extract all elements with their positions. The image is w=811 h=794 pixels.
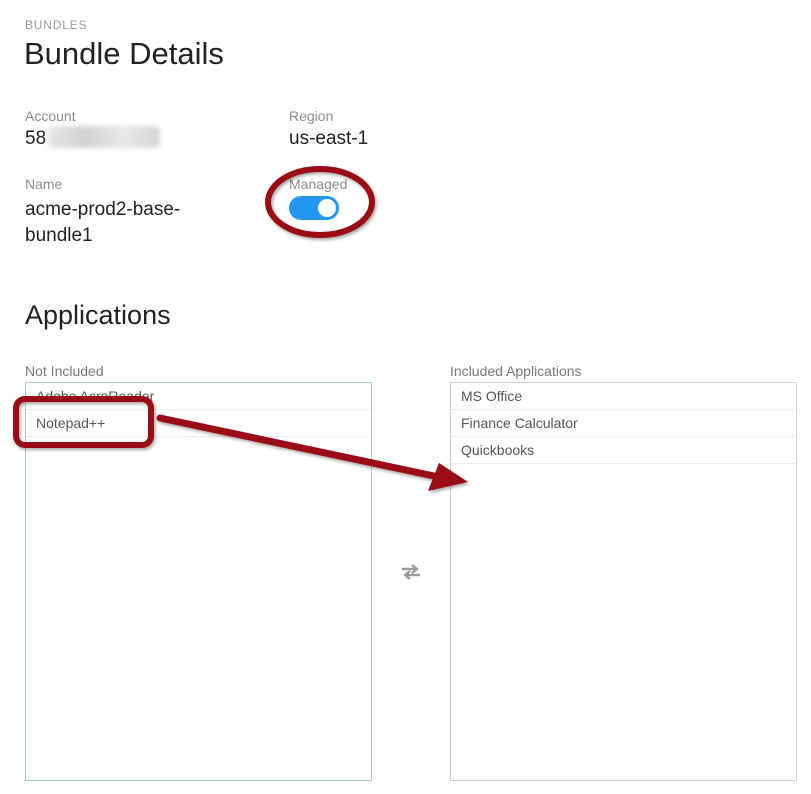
applications-heading: Applications [25,300,171,330]
name-label: Name [25,176,63,192]
included-list[interactable]: MS Office Finance Calculator Quickbooks [450,382,797,781]
not-included-label: Not Included [25,363,104,379]
page-title: Bundle Details [24,36,224,71]
managed-label: Managed [289,176,348,192]
list-item[interactable]: Notepad++ [26,410,371,437]
account-value: 58 [25,126,161,152]
list-item[interactable]: Adobe AcroReader [26,383,371,410]
region-value: us-east-1 [289,128,369,149]
redacted-account-id [48,126,161,148]
list-item[interactable]: Quickbooks [451,437,796,464]
name-line-2: bundle1 [25,225,93,246]
name-line-1: acme-prod2-base- [25,199,181,220]
name-value: acme-prod2-base- bundle1 [25,197,180,249]
swap-arrows-icon[interactable] [399,560,423,584]
account-id-text: 58 [25,128,47,149]
not-included-list[interactable]: Adobe AcroReader Notepad++ [25,382,372,781]
account-label: Account [25,108,76,124]
region-label: Region [289,108,334,124]
bundle-details-page: BUNDLES Bundle Details Account 58 Region… [0,0,811,794]
managed-toggle[interactable] [289,196,339,220]
list-item[interactable]: MS Office [451,383,796,410]
breadcrumb: BUNDLES [25,18,88,32]
list-item[interactable]: Finance Calculator [451,410,796,437]
included-label: Included Applications [450,363,582,379]
toggle-knob [318,199,336,217]
